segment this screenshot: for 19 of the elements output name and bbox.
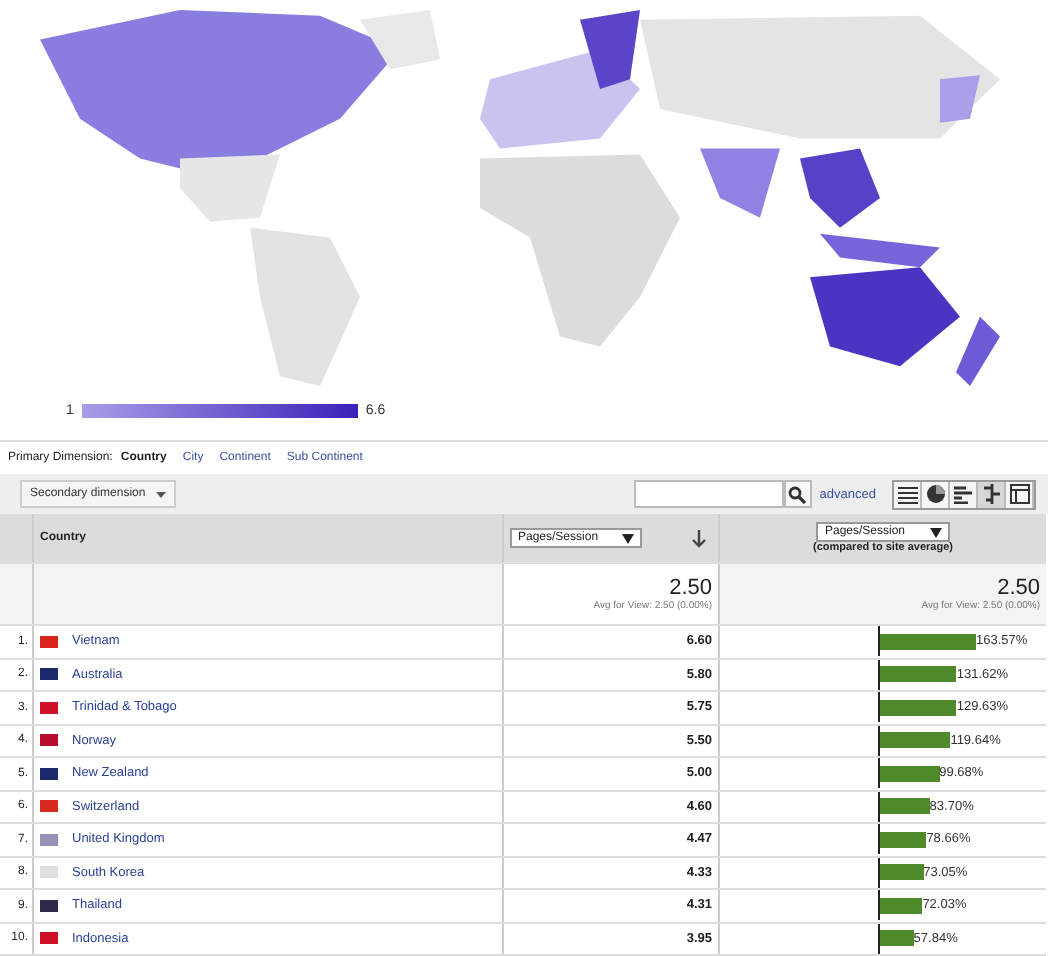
bar-chart-icon	[953, 485, 973, 503]
search-button[interactable]	[783, 480, 812, 508]
pie-chart-icon	[925, 484, 945, 504]
view-button[interactable]	[894, 481, 922, 507]
comparison-icon	[981, 484, 1001, 504]
view-button[interactable]	[950, 481, 978, 507]
view-button[interactable]	[922, 481, 950, 507]
search-icon	[788, 485, 807, 503]
caret-icon	[155, 491, 166, 497]
sort-arrow-icon	[692, 529, 706, 547]
pivot-icon	[1009, 484, 1029, 504]
summary-value: 2.50	[995, 576, 1040, 600]
view-button[interactable]	[1006, 481, 1034, 507]
caret-icon	[929, 527, 942, 537]
search-field[interactable]	[633, 480, 784, 508]
view-button[interactable]	[978, 481, 1006, 507]
table-view-icon	[897, 485, 917, 503]
caret-icon	[622, 533, 635, 543]
summary-value: 2.50	[667, 576, 712, 600]
